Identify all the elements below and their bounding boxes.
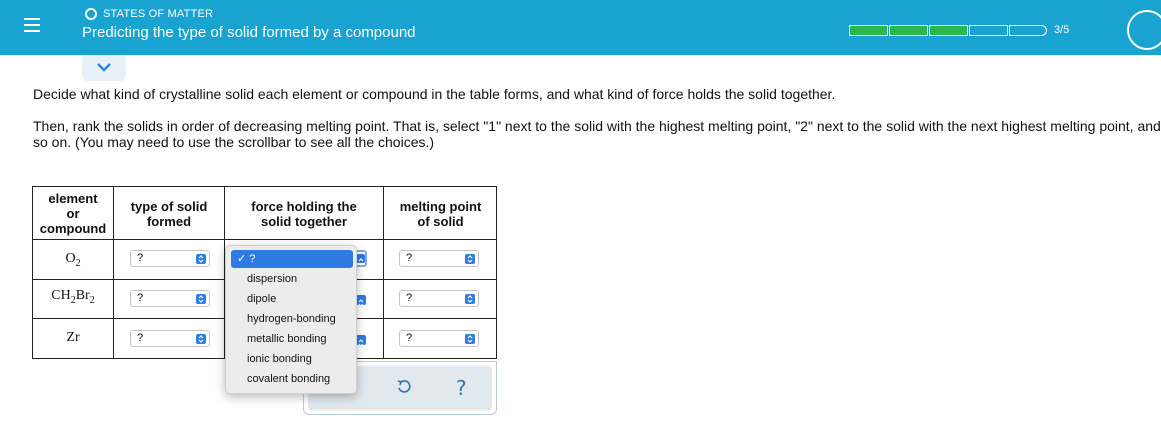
force-select-arrows-icon[interactable] xyxy=(356,335,366,347)
header-text: solid together xyxy=(261,214,347,229)
progress-bar xyxy=(849,25,1048,36)
select-arrows-icon xyxy=(356,254,365,266)
select-arrows-icon xyxy=(196,294,206,304)
select-arrows-icon xyxy=(465,294,475,304)
topic-circle-icon xyxy=(85,8,97,20)
dropdown-option[interactable]: covalent bonding xyxy=(247,373,330,385)
formula-subscript: 2 xyxy=(89,294,95,306)
dropdown-option[interactable]: metallic bonding xyxy=(247,333,327,345)
select-value: ? xyxy=(137,332,144,344)
help-button[interactable]: ? xyxy=(456,376,467,400)
collapse-toggle[interactable] xyxy=(82,55,126,81)
dropdown-option[interactable]: ionic bonding xyxy=(247,353,312,365)
type-of-solid-select[interactable]: ? xyxy=(130,330,210,347)
formula-text: CH xyxy=(51,288,71,303)
header-force: force holding the solid together xyxy=(225,199,383,229)
header-text: or xyxy=(66,206,80,221)
type-of-solid-select[interactable]: ? xyxy=(130,250,210,267)
top-bar: STATES OF MATTER Predicting the type of … xyxy=(0,0,1161,55)
select-value: ? xyxy=(406,252,413,264)
header-type: type of solid formed xyxy=(114,199,224,229)
page-title: Predicting the type of solid formed by a… xyxy=(82,24,416,41)
force-dropdown-menu: ✓ ? dispersion dipole hydrogen-bonding m… xyxy=(225,245,357,394)
select-value: ? xyxy=(137,292,144,304)
header-text: element xyxy=(48,191,98,206)
menu-icon-line xyxy=(24,18,40,20)
dropdown-option-label: ✓ ? xyxy=(237,253,256,265)
topic-row: STATES OF MATTER xyxy=(85,7,213,21)
select-arrows-icon xyxy=(465,334,475,344)
dropdown-option[interactable]: hydrogen-bonding xyxy=(247,313,336,325)
progress-segment xyxy=(929,25,968,36)
progress-segment xyxy=(889,25,928,36)
menu-icon-line xyxy=(24,24,40,26)
select-arrows-icon xyxy=(196,254,206,264)
topic-label: STATES OF MATTER xyxy=(103,8,214,20)
header-text: compound xyxy=(39,221,107,236)
chevron-down-icon xyxy=(97,63,111,72)
dropdown-option[interactable]: dipole xyxy=(247,293,276,305)
dropdown-option-selected[interactable]: ✓ ? xyxy=(231,250,353,268)
header-text: formed xyxy=(146,214,192,229)
instruction-text-2: Then, rank the solids in order of decrea… xyxy=(33,118,1161,150)
compound-formula: O2 xyxy=(33,251,113,269)
row-divider xyxy=(33,239,497,240)
header-element: element or compound xyxy=(33,191,113,236)
menu-icon-line xyxy=(24,30,40,32)
melting-point-rank-select[interactable]: ? xyxy=(399,290,479,307)
type-of-solid-select[interactable]: ? xyxy=(130,290,210,307)
progress-segment xyxy=(849,25,888,36)
select-arrows-icon xyxy=(465,254,475,264)
formula-text: O xyxy=(65,251,76,266)
select-arrows-icon xyxy=(196,334,206,344)
header-text: force holding the xyxy=(251,199,357,214)
undo-icon[interactable] xyxy=(397,379,411,395)
instruction-text-1: Decide what kind of crystalline solid ea… xyxy=(33,86,836,102)
select-value: ? xyxy=(406,332,413,344)
header-text: type of solid xyxy=(130,199,208,214)
dropdown-option[interactable]: dispersion xyxy=(247,273,297,285)
progress-segment xyxy=(1009,25,1047,36)
account-button[interactable] xyxy=(1127,10,1161,50)
formula-text: Br xyxy=(75,288,90,303)
compound-formula: Zr xyxy=(33,330,113,346)
header-melting: melting point of solid xyxy=(384,199,497,229)
header-text: of solid xyxy=(417,214,464,229)
formula-subscript: 2 xyxy=(75,257,81,269)
select-value: ? xyxy=(406,292,413,304)
melting-point-rank-select[interactable]: ? xyxy=(399,330,479,347)
progress-text: 3/5 xyxy=(1054,24,1070,36)
melting-point-rank-select[interactable]: ? xyxy=(399,250,479,267)
compound-formula: CH2Br2 xyxy=(33,288,113,306)
formula-text: Zr xyxy=(66,330,80,345)
select-value: ? xyxy=(137,252,144,264)
menu-button[interactable] xyxy=(0,0,58,55)
header-text: melting point xyxy=(399,199,482,214)
progress-segment xyxy=(969,25,1008,36)
force-select-arrows-icon[interactable] xyxy=(356,295,366,307)
